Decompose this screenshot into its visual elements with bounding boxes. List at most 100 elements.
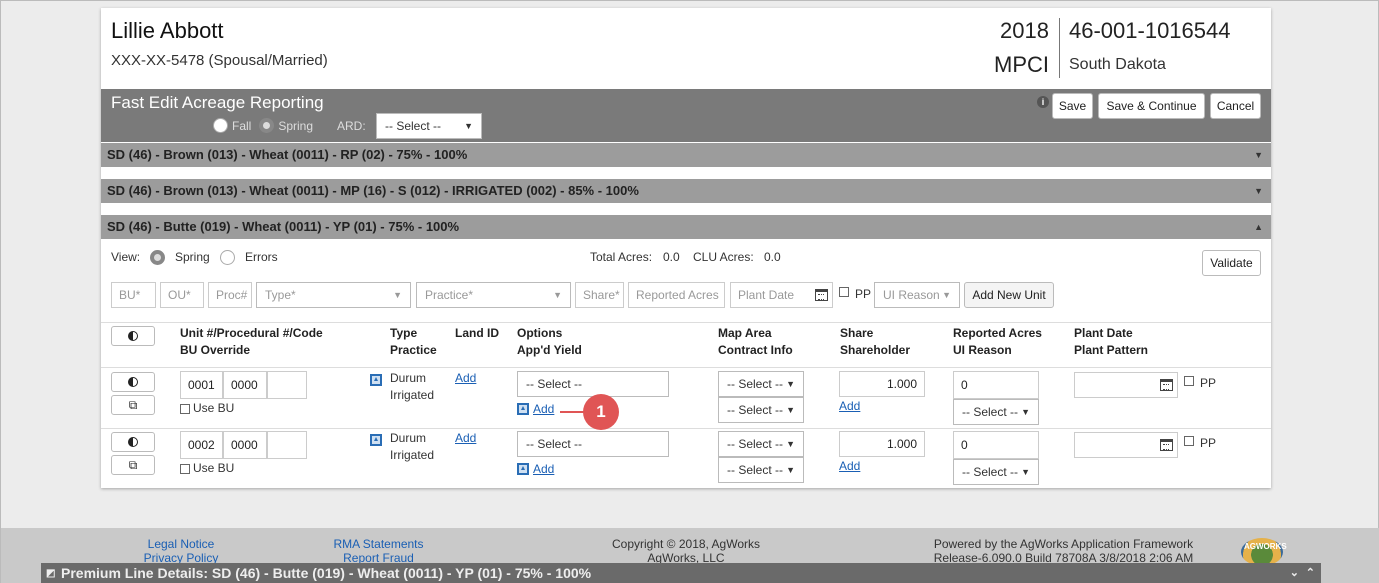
- section-label: SD (46) - Brown (013) - Wheat (0011) - R…: [107, 147, 468, 162]
- map-area-select-value: -- Select --: [727, 377, 784, 391]
- reported-acres-input[interactable]: 0: [953, 431, 1039, 459]
- chevron-down-icon: ▼: [942, 290, 951, 300]
- section-label: SD (46) - Butte (019) - Wheat (0011) - Y…: [107, 219, 460, 234]
- proc-input[interactable]: Proc#: [208, 282, 252, 308]
- use-bu-checkbox[interactable]: [180, 403, 190, 414]
- contract-select[interactable]: -- Select -- ▼: [718, 457, 804, 483]
- expand-icon[interactable]: [370, 434, 382, 446]
- spring-view-radio[interactable]: [150, 250, 165, 265]
- pp-checkbox[interactable]: [1184, 436, 1194, 446]
- spring-radio[interactable]: [259, 118, 275, 133]
- plant-date-input[interactable]: Plant Date: [730, 282, 833, 308]
- rma-statements-link[interactable]: RMA Statements Report Fraud: [326, 537, 431, 565]
- copy-row-button[interactable]: ⧉: [111, 395, 155, 415]
- bu-input[interactable]: BU*: [111, 282, 156, 308]
- header-divider: [1059, 18, 1060, 78]
- save-button[interactable]: Save: [1052, 93, 1093, 119]
- premium-line-bar[interactable]: ◩ Premium Line Details: SD (46) - Butte (…: [41, 563, 1321, 583]
- use-bu-option[interactable]: Use BU: [180, 460, 234, 477]
- info-icon[interactable]: i: [1037, 96, 1049, 108]
- yield-add-link[interactable]: Add: [533, 402, 554, 416]
- section-header[interactable]: SD (46) - Butte (019) - Wheat (0011) - Y…: [101, 215, 1271, 239]
- calendar-icon[interactable]: [1160, 379, 1173, 391]
- expand-icon[interactable]: [517, 403, 529, 415]
- chevron-down-icon: ▼: [1254, 150, 1263, 160]
- errors-view-radio[interactable]: [220, 250, 235, 265]
- add-new-unit-button[interactable]: Add New Unit: [964, 282, 1054, 308]
- unit-input[interactable]: 0001: [180, 371, 223, 399]
- policy-header: Lillie Abbott XXX-XX-5478 (Spousal/Marri…: [101, 8, 1271, 89]
- chevron-up-icon[interactable]: ⌃: [1306, 563, 1315, 583]
- col-plant-date: Plant Date Plant Pattern: [1074, 325, 1148, 359]
- col-unit: Unit #/Procedural #/Code BU Override: [180, 325, 323, 359]
- logo-text: AGWORKS: [1244, 542, 1287, 551]
- fast-edit-bar: Fast Edit Acreage Reporting Fall Spring …: [101, 89, 1271, 142]
- row-toggle-button[interactable]: [111, 432, 155, 452]
- expand-icon[interactable]: [370, 374, 382, 386]
- type-select[interactable]: Type* ▼: [256, 282, 411, 308]
- col-shareholder-label: Shareholder: [840, 343, 911, 357]
- calendar-icon[interactable]: [1160, 439, 1173, 451]
- code-input[interactable]: [267, 431, 307, 459]
- land-id-add-link[interactable]: Add: [455, 371, 476, 385]
- plant-date-input[interactable]: [1074, 372, 1178, 398]
- proc-input[interactable]: 0000: [223, 431, 267, 459]
- ard-label: ARD:: [337, 119, 366, 133]
- options-select[interactable]: -- Select --: [517, 371, 669, 397]
- toggle-all-button[interactable]: [111, 326, 155, 346]
- shareholder-add-link[interactable]: Add: [839, 459, 860, 473]
- validate-button[interactable]: Validate: [1202, 250, 1261, 276]
- contract-select[interactable]: -- Select -- ▼: [718, 397, 804, 423]
- proc-input[interactable]: 0000: [223, 371, 267, 399]
- plant-date-input[interactable]: [1074, 432, 1178, 458]
- map-area-select-value: -- Select --: [727, 437, 784, 451]
- unit-input[interactable]: 0002: [180, 431, 223, 459]
- chevron-down-icon[interactable]: ⌄: [1290, 563, 1299, 583]
- row-toggle-button[interactable]: [111, 372, 155, 392]
- col-share: Share Shareholder: [840, 325, 910, 359]
- share-input[interactable]: 1.000: [839, 371, 925, 397]
- callout-line: [560, 411, 584, 413]
- copy-icon: ⧉: [128, 397, 138, 412]
- ui-reason-select[interactable]: -- Select -- ▼: [953, 459, 1039, 485]
- chevron-down-icon: ▼: [553, 290, 562, 300]
- expand-icon[interactable]: [517, 463, 529, 475]
- col-practice-label: Practice: [390, 343, 437, 357]
- calendar-icon[interactable]: [815, 289, 828, 301]
- total-acres-value: 0.0: [663, 250, 680, 264]
- expand-square-icon: ◩: [46, 568, 56, 579]
- share-input[interactable]: Share*: [575, 282, 624, 308]
- ard-select[interactable]: -- Select -- ▼: [376, 113, 482, 139]
- section-header[interactable]: SD (46) - Brown (013) - Wheat (0011) - R…: [101, 143, 1271, 167]
- copy-row-button[interactable]: ⧉: [111, 455, 155, 475]
- pp-checkbox[interactable]: [839, 287, 849, 297]
- shareholder-add-link[interactable]: Add: [839, 399, 860, 413]
- chevron-down-icon: ▼: [786, 439, 795, 449]
- chevron-up-icon: ▲: [1254, 222, 1263, 232]
- pp-checkbox[interactable]: [1184, 376, 1194, 386]
- ui-reason-select[interactable]: UI Reason ▼: [874, 282, 960, 308]
- share-input[interactable]: 1.000: [839, 431, 925, 457]
- ou-input[interactable]: OU*: [160, 282, 204, 308]
- yield-add-link[interactable]: Add: [533, 462, 554, 476]
- map-area-select[interactable]: -- Select -- ▼: [718, 371, 804, 397]
- reported-acres-input[interactable]: 0: [953, 371, 1039, 399]
- land-id-add-link[interactable]: Add: [455, 431, 476, 445]
- premium-line-label: Premium Line Details: SD (46) - Butte (0…: [61, 565, 592, 581]
- ui-reason-select[interactable]: -- Select -- ▼: [953, 399, 1039, 425]
- powered-by: Powered by the AgWorks Application Frame…: [911, 537, 1216, 565]
- errors-view-label: Errors: [245, 250, 278, 264]
- use-bu-option[interactable]: Use BU: [180, 400, 234, 417]
- fall-radio[interactable]: [213, 118, 228, 133]
- options-select[interactable]: -- Select --: [517, 431, 669, 457]
- reported-acres-input[interactable]: Reported Acres: [628, 282, 725, 308]
- code-input[interactable]: [267, 371, 307, 399]
- cancel-button[interactable]: Cancel: [1210, 93, 1261, 119]
- practice-select[interactable]: Practice* ▼: [416, 282, 571, 308]
- save-continue-button[interactable]: Save & Continue: [1098, 93, 1205, 119]
- chevron-down-icon: ▼: [464, 121, 473, 131]
- map-area-select[interactable]: -- Select -- ▼: [718, 431, 804, 457]
- section-header[interactable]: SD (46) - Brown (013) - Wheat (0011) - M…: [101, 179, 1271, 203]
- use-bu-checkbox[interactable]: [180, 463, 190, 474]
- legal-notice-link[interactable]: Legal Notice Privacy Policy: [141, 537, 221, 565]
